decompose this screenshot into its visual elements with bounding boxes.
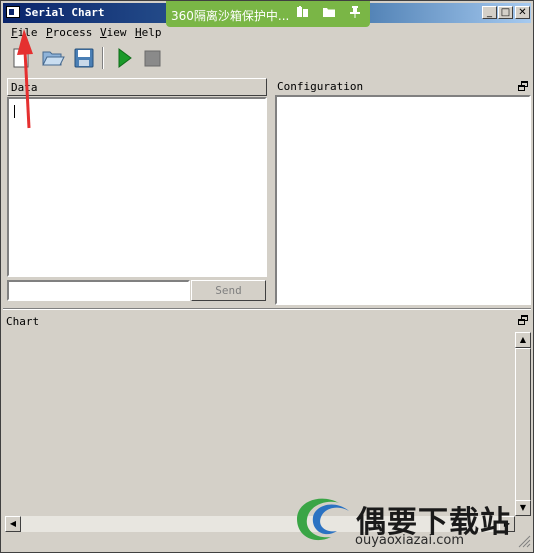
data-textarea[interactable] [7, 97, 267, 277]
serial-chart-window: Serial Chart _ □ ✕ 360隔离沙箱保护中... File Pr… [0, 0, 534, 553]
window-title: Serial Chart [25, 6, 105, 19]
scroll-down-button[interactable]: ▼ [515, 500, 531, 516]
panel-splitter[interactable] [3, 308, 531, 310]
menu-help[interactable]: Help [135, 26, 162, 39]
chart-float-icon[interactable] [518, 315, 528, 325]
toolbar [3, 43, 531, 73]
app-icon [6, 6, 20, 18]
open-folder-icon[interactable] [41, 46, 65, 70]
maximize-button[interactable]: □ [498, 6, 513, 19]
toolbar-separator [102, 47, 104, 69]
watermark-url: ouyaoxiazai.com [355, 533, 464, 548]
chart-panel-header: Chart [3, 313, 531, 331]
menu-view[interactable]: View [100, 26, 127, 39]
config-float-icon[interactable] [518, 81, 528, 91]
chart-title: Chart [6, 315, 40, 328]
vertical-scroll-thumb[interactable] [515, 348, 531, 502]
folder-icon[interactable] [318, 5, 340, 23]
configuration-title: Configuration [277, 80, 364, 93]
watermark-logo-icon [297, 498, 349, 541]
minimize-button[interactable]: _ [482, 6, 497, 19]
save-icon[interactable] [72, 46, 96, 70]
menu-bar: File Process View Help [3, 24, 531, 42]
configuration-editor[interactable] [275, 95, 531, 305]
send-input[interactable] [7, 280, 190, 301]
chart-area[interactable] [5, 332, 515, 516]
chart-vertical-scrollbar[interactable]: ▲ ▼ [515, 332, 531, 516]
scroll-up-button[interactable]: ▲ [515, 332, 531, 348]
close-button[interactable]: ✕ [515, 6, 530, 19]
red-arrow-annotation [17, 29, 33, 129]
run-icon[interactable] [112, 46, 136, 70]
pin-icon[interactable] [344, 5, 366, 23]
data-panel-header: Data [7, 78, 267, 96]
stop-icon[interactable] [140, 46, 164, 70]
sandbox-apps-icon[interactable] [292, 5, 314, 23]
send-button[interactable]: Send [191, 280, 266, 301]
size-grip[interactable] [515, 532, 531, 548]
scroll-left-button[interactable]: ◀ [5, 516, 21, 532]
configuration-panel-header: Configuration [274, 78, 531, 96]
menu-process[interactable]: Process [46, 26, 92, 39]
sandbox-status-text: 360隔离沙箱保护中... [171, 9, 290, 23]
